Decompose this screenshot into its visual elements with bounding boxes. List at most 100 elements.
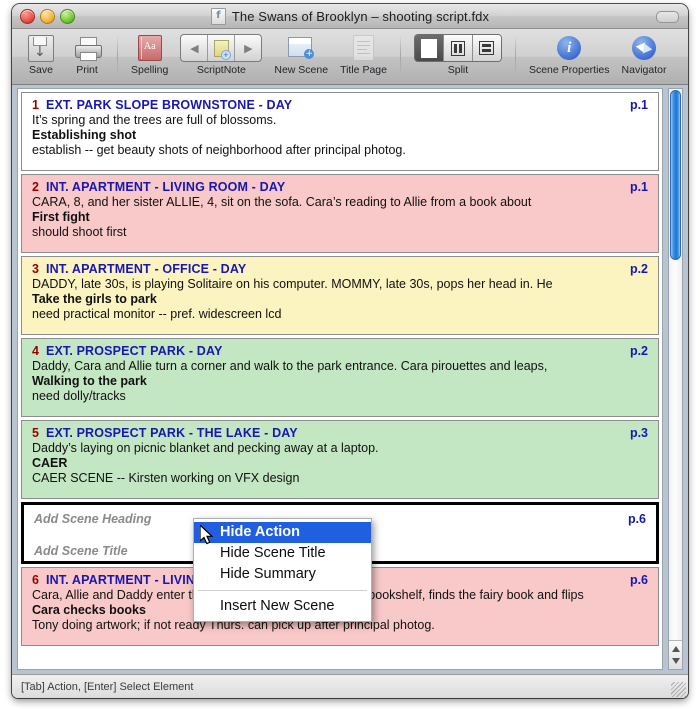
- scene-summary[interactable]: CAER SCENE -- Kirsten working on VFX des…: [32, 471, 648, 485]
- spelling-glyph: Aa: [143, 41, 156, 52]
- toolbar-label-scriptnote: ScriptNote: [196, 64, 246, 76]
- toolbar-button-save[interactable]: Save: [18, 32, 64, 76]
- context-menu[interactable]: Hide Action Hide Scene Title Hide Summar…: [193, 518, 372, 622]
- scene-action[interactable]: CARA, 8, and her sister ALLIE, 4, sit on…: [32, 195, 648, 209]
- scene-title[interactable]: CAER: [32, 456, 648, 470]
- vertical-scrollbar[interactable]: [668, 88, 683, 670]
- scene-heading[interactable]: INT. APARTMENT - OFFICE - DAY: [46, 262, 622, 276]
- context-menu-item-insert-new-scene[interactable]: Insert New Scene: [194, 596, 371, 617]
- toolbar-label-navigator: Navigator: [621, 64, 667, 76]
- compass-icon: [631, 33, 656, 63]
- scriptnote-add-button[interactable]: [208, 35, 236, 61]
- toolbar-separator: [117, 35, 118, 77]
- card-header: 4 EXT. PROSPECT PARK - DAY p.2: [32, 344, 648, 358]
- toolbar-button-scene-properties[interactable]: i Scene Properties: [523, 32, 616, 76]
- scriptnote-icon: ◀ ▶: [180, 33, 263, 63]
- scene-page: p.1: [629, 180, 648, 194]
- scene-heading[interactable]: INT. APARTMENT - LIVING ROOM - DAY: [46, 180, 622, 194]
- title-bar[interactable]: f The Swans of Brooklyn – shooting scrip…: [12, 4, 688, 29]
- scene-summary[interactable]: establish -- get beauty shots of neighbo…: [32, 143, 648, 157]
- scene-title[interactable]: Establishing shot: [32, 128, 648, 142]
- resize-grip[interactable]: [671, 682, 686, 697]
- scene-heading[interactable]: EXT. PROSPECT PARK - THE LAKE - DAY: [46, 426, 622, 440]
- scene-title[interactable]: First fight: [32, 210, 648, 224]
- toolbar-button-split[interactable]: Split: [408, 32, 508, 76]
- scene-heading[interactable]: EXT. PARK SLOPE BROWNSTONE - DAY: [46, 98, 622, 112]
- scene-summary[interactable]: should shoot first: [32, 225, 648, 239]
- split-icon: [413, 33, 502, 63]
- card-header: 1 EXT. PARK SLOPE BROWNSTONE - DAY p.1: [32, 98, 648, 112]
- spelling-icon: Aa: [137, 33, 162, 63]
- split-horizontal-button[interactable]: [472, 35, 501, 61]
- card-header: 5 EXT. PROSPECT PARK - THE LAKE - DAY p.…: [32, 426, 648, 440]
- scene-number: 2: [32, 180, 39, 194]
- scene-card-2[interactable]: 2 INT. APARTMENT - LIVING ROOM - DAY p.1…: [21, 174, 659, 253]
- toolbar-button-new-scene[interactable]: + New Scene: [268, 32, 334, 76]
- save-icon: [28, 33, 54, 63]
- scene-page: p.1: [629, 98, 648, 112]
- print-icon: [74, 33, 102, 63]
- toolbar-label-save: Save: [29, 64, 53, 76]
- split-single-pane-button[interactable]: [414, 35, 444, 61]
- scene-number: 4: [32, 344, 39, 358]
- toolbar-toggle-button[interactable]: [656, 11, 679, 23]
- scene-summary[interactable]: need dolly/tracks: [32, 389, 648, 403]
- scene-action[interactable]: It’s spring and the trees are full of bl…: [32, 113, 648, 127]
- toolbar-label-spelling: Spelling: [131, 64, 169, 76]
- scene-card-1[interactable]: 1 EXT. PARK SLOPE BROWNSTONE - DAY p.1 I…: [21, 92, 659, 171]
- toolbar-button-navigator[interactable]: Navigator: [616, 32, 673, 76]
- toolbar-separator-3: [514, 35, 516, 77]
- scene-page: p.2: [629, 344, 648, 358]
- new-scene-icon: +: [288, 33, 315, 63]
- toolbar-label-new-scene: New Scene: [274, 64, 329, 76]
- toolbar-button-scriptnote[interactable]: ◀ ▶ ScriptNote: [174, 32, 268, 76]
- status-bar: [Tab] Action, [Enter] Select Element: [12, 674, 688, 698]
- scene-number: 1: [32, 98, 39, 112]
- scroll-up-arrow-icon[interactable]: [671, 646, 680, 652]
- toolbar-label-title-page: Title Page: [340, 64, 387, 76]
- scene-summary[interactable]: need practical monitor -- pref. widescre…: [32, 307, 648, 321]
- toolbar-label-print: Print: [76, 64, 98, 76]
- script-document-icon: f: [210, 7, 226, 25]
- scroll-down-arrow-icon[interactable]: [671, 658, 680, 664]
- info-icon: i: [557, 33, 582, 63]
- toolbar: Save Print Aa Spelling ◀: [12, 29, 688, 85]
- scene-action[interactable]: Daddy, Cara and Allie turn a corner and …: [32, 359, 648, 373]
- card-header: 3 INT. APARTMENT - OFFICE - DAY p.2: [32, 262, 648, 276]
- scene-heading[interactable]: EXT. PROSPECT PARK - DAY: [46, 344, 622, 358]
- scene-card-4[interactable]: 4 EXT. PROSPECT PARK - DAY p.2 Daddy, Ca…: [21, 338, 659, 417]
- screenshot-root: f The Swans of Brooklyn – shooting scrip…: [0, 0, 700, 709]
- context-menu-separator: [198, 590, 367, 591]
- toolbar-button-print[interactable]: Print: [64, 32, 110, 76]
- scrollbar-arrows[interactable]: [669, 640, 682, 669]
- scene-page: p.6: [627, 512, 646, 526]
- scene-action[interactable]: DADDY, late 30s, is playing Solitaire on…: [32, 277, 648, 291]
- toolbar-button-spelling[interactable]: Aa Spelling: [125, 32, 174, 76]
- title-wrapper: f The Swans of Brooklyn – shooting scrip…: [12, 4, 688, 28]
- scene-title[interactable]: Walking to the park: [32, 374, 648, 388]
- scene-title[interactable]: Take the girls to park: [32, 292, 648, 306]
- scene-card-5[interactable]: 5 EXT. PROSPECT PARK - THE LAKE - DAY p.…: [21, 420, 659, 499]
- toolbar-separator-2: [399, 35, 401, 77]
- scene-number: 3: [32, 262, 39, 276]
- scriptnote-next-button[interactable]: ▶: [235, 35, 261, 61]
- card-header: 2 INT. APARTMENT - LIVING ROOM - DAY p.1: [32, 180, 648, 194]
- toolbar-label-split: Split: [447, 64, 469, 76]
- window-title: The Swans of Brooklyn – shooting script.…: [231, 8, 490, 24]
- scene-number: 5: [32, 426, 39, 440]
- scene-page: p.3: [629, 426, 648, 440]
- toolbar-label-scene-properties: Scene Properties: [528, 64, 610, 76]
- scene-action[interactable]: Daddy’s laying on picnic blanket and pec…: [32, 441, 648, 455]
- scene-card-3[interactable]: 3 INT. APARTMENT - OFFICE - DAY p.2 DADD…: [21, 256, 659, 335]
- scene-number: 6: [32, 573, 39, 587]
- scene-page: p.6: [629, 573, 648, 587]
- scene-page: p.2: [629, 262, 648, 276]
- context-menu-item-hide-summary[interactable]: Hide Summary: [194, 564, 371, 585]
- scriptnote-prev-button[interactable]: ◀: [181, 35, 209, 61]
- context-menu-item-hide-action[interactable]: Hide Action: [194, 522, 371, 543]
- title-page-icon: [353, 33, 375, 63]
- split-vertical-button[interactable]: [443, 35, 473, 61]
- context-menu-item-hide-scene-title[interactable]: Hide Scene Title: [194, 543, 371, 564]
- scrollbar-thumb[interactable]: [670, 90, 681, 260]
- toolbar-button-title-page[interactable]: Title Page: [334, 32, 393, 76]
